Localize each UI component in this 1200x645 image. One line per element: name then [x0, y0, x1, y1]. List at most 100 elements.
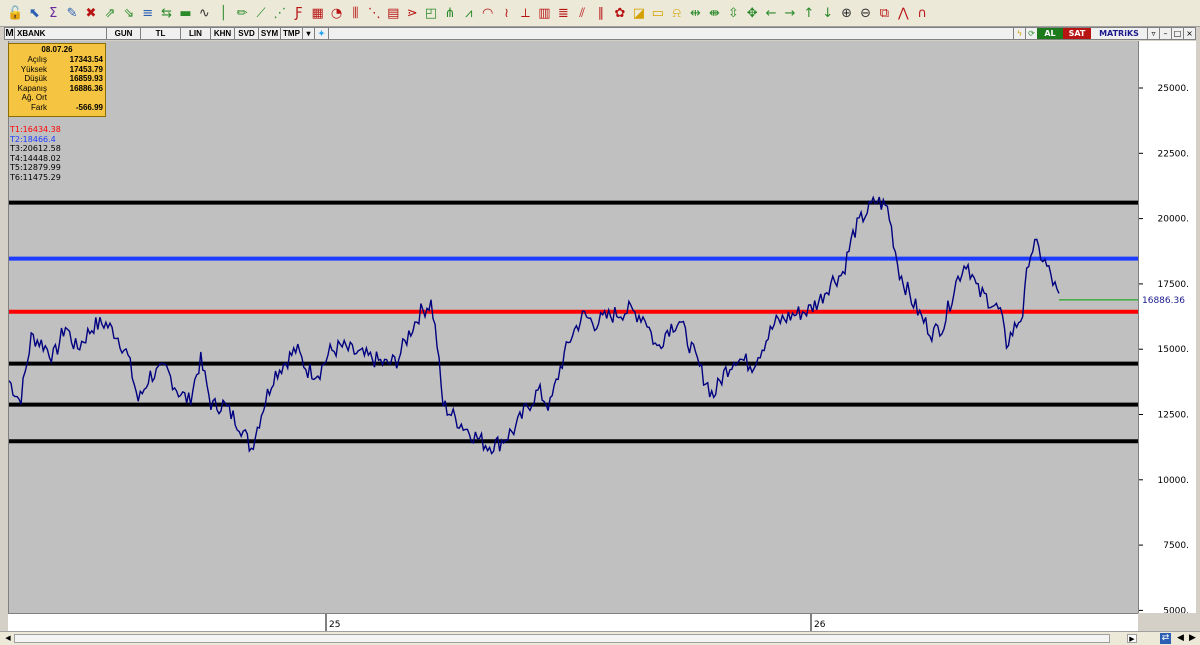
- draw-line-icon[interactable]: ✎: [63, 3, 82, 23]
- window-menu-icon[interactable]: ▿: [1147, 28, 1159, 39]
- arrow-down-icon-glyph: ↓: [822, 5, 834, 21]
- target-t3: T3:20612.58: [10, 144, 61, 154]
- lock-icon[interactable]: 🔓: [6, 3, 25, 23]
- info-row-high: Yüksek 17453.79: [9, 65, 105, 75]
- lightning-icon[interactable]: ϟ: [1013, 28, 1025, 39]
- pencil-icon[interactable]: ✏: [233, 3, 252, 23]
- tab-tmp[interactable]: TMP: [281, 28, 303, 39]
- scale-selector[interactable]: LIN: [181, 28, 211, 39]
- tab-sym[interactable]: SYM: [259, 28, 281, 39]
- speed-lines-icon[interactable]: ⩘: [459, 3, 478, 23]
- arrow-left-icon[interactable]: ←: [762, 3, 781, 23]
- formula-icon[interactable]: Σ: [44, 3, 63, 23]
- timezones-icon[interactable]: ⫼: [346, 3, 365, 23]
- magnet-icon[interactable]: ∩: [913, 3, 932, 23]
- sell-button[interactable]: SAT: [1063, 28, 1091, 39]
- arrow-right-icon[interactable]: →: [781, 3, 800, 23]
- fib-fan-icon[interactable]: ⋱: [365, 3, 384, 23]
- trend-up-icon[interactable]: ⇗: [100, 3, 119, 23]
- target-t2: T2:18466.4: [10, 134, 56, 144]
- price-tick-label: 12500.: [1158, 410, 1190, 420]
- info-label: Ağ. Ort: [21, 93, 47, 102]
- currency-selector[interactable]: TL: [141, 28, 181, 39]
- vsin-icon[interactable]: ∿: [195, 3, 214, 23]
- arrow-right-icon-glyph: →: [784, 5, 796, 21]
- nav-left-icon[interactable]: ◀: [1175, 633, 1186, 644]
- brand-logo: MATRiKS: [1099, 29, 1139, 38]
- horizontal-lines-icon[interactable]: ≡: [138, 3, 157, 23]
- shrink-horizontal-icon[interactable]: ⇼: [705, 3, 724, 23]
- time-tick-label: 26: [814, 620, 826, 630]
- andrews-icon[interactable]: ⋔: [440, 3, 459, 23]
- zoom-out-icon[interactable]: ⊖: [856, 3, 875, 23]
- buy-button[interactable]: AL: [1037, 28, 1063, 39]
- cross-tools-icon[interactable]: ✖: [82, 3, 101, 23]
- trend-down-icon[interactable]: ⇘: [119, 3, 138, 23]
- expand-vertical-icon[interactable]: ⇳: [724, 3, 743, 23]
- scroll-right-arrow-icon[interactable]: ▶: [1127, 634, 1137, 643]
- tab-khn[interactable]: KHN: [211, 28, 235, 39]
- nav-right-icon[interactable]: ▶: [1187, 633, 1198, 644]
- arrow-cursor-icon[interactable]: ⬉: [25, 3, 44, 23]
- snapshot-icon[interactable]: ⧉: [875, 3, 894, 23]
- price-tick-label: 20000.: [1158, 215, 1190, 225]
- close-icon[interactable]: ×: [1183, 28, 1195, 39]
- fib-fan-icon-glyph: ⋱: [367, 5, 381, 21]
- label-icon[interactable]: ◪: [629, 3, 648, 23]
- fan-icon[interactable]: ⋰: [270, 3, 289, 23]
- table-icon[interactable]: ▥: [535, 3, 554, 23]
- grid-icon-glyph: ▦: [311, 5, 324, 21]
- info-label: Yüksek: [20, 64, 47, 74]
- price-axis[interactable]: 25000. 22500. 20000. 17500. 15000. 12500. 1000…: [1138, 41, 1196, 616]
- twitter-icon[interactable]: ✦: [315, 28, 329, 39]
- expand-horizontal-icon[interactable]: ⇹: [686, 3, 705, 23]
- sync-icon[interactable]: ⇄: [1160, 633, 1171, 644]
- regression-icon[interactable]: ⟂: [516, 3, 535, 23]
- gann-icon[interactable]: ⋗: [403, 3, 422, 23]
- andrews-icon-glyph: ⋔: [444, 5, 456, 21]
- zigzag-icon-glyph: ⋀: [897, 5, 909, 21]
- info-row-change: Fark -566.99: [9, 103, 105, 113]
- price-chart-area[interactable]: [8, 41, 1139, 613]
- palette-icon[interactable]: ✿: [611, 3, 630, 23]
- ruler-icon[interactable]: ⫽: [573, 3, 592, 23]
- gann-box-icon[interactable]: ◰: [422, 3, 441, 23]
- horizontal-scrollbar[interactable]: [14, 634, 1110, 643]
- minimize-icon[interactable]: –: [1159, 28, 1171, 39]
- target-t1: T1:16434.38: [10, 125, 61, 134]
- arcs-icon[interactable]: ◔: [327, 3, 346, 23]
- zigzag-icon[interactable]: ⋀: [894, 3, 913, 23]
- arrow-up-icon[interactable]: ↑: [799, 3, 818, 23]
- template-dropdown-icon[interactable]: ▾: [303, 28, 315, 39]
- channel-icon[interactable]: ⟋: [252, 3, 271, 23]
- symbol-selector[interactable]: XBANK: [15, 28, 107, 39]
- wave-icon[interactable]: ≀: [497, 3, 516, 23]
- arrow-down-icon[interactable]: ↓: [818, 3, 837, 23]
- maximize-icon[interactable]: □: [1171, 28, 1183, 39]
- single-line-icon[interactable]: ▬: [176, 3, 195, 23]
- fibonacci-icon[interactable]: Ƒ: [289, 3, 308, 23]
- note-icon[interactable]: ▭: [648, 3, 667, 23]
- price-chart-svg: [8, 195, 1139, 455]
- menu-m-button[interactable]: M: [5, 28, 15, 39]
- cycle-icon[interactable]: ◠: [478, 3, 497, 23]
- channel-icon-glyph: ⟋: [256, 5, 266, 21]
- refresh-icon[interactable]: ⟳: [1025, 28, 1037, 39]
- info-row-wavg: Ağ. Ort: [9, 93, 105, 103]
- zoom-in-icon[interactable]: ⊕: [837, 3, 856, 23]
- fib-grid-icon[interactable]: ▤: [384, 3, 403, 23]
- time-axis[interactable]: 25 26: [8, 613, 1138, 632]
- arrow-up-icon-glyph: ↑: [803, 5, 815, 21]
- grid-icon[interactable]: ▦: [308, 3, 327, 23]
- double-arrow-icon[interactable]: ⇆: [157, 3, 176, 23]
- tab-svd[interactable]: SVD: [235, 28, 259, 39]
- fit-icon[interactable]: ✥: [743, 3, 762, 23]
- vertical-line-icon[interactable]: │: [214, 3, 233, 23]
- cycle-icon-glyph: ◠: [482, 5, 494, 21]
- bell-icon[interactable]: ⍾: [667, 3, 686, 23]
- horizontal-lines-icon-glyph: ≡: [142, 5, 154, 21]
- period-selector[interactable]: GUN: [107, 28, 141, 39]
- text-icon[interactable]: ≣: [554, 3, 573, 23]
- parallel-lines-icon[interactable]: ∥: [592, 3, 611, 23]
- scroll-left-arrow-icon[interactable]: ◀: [3, 634, 13, 643]
